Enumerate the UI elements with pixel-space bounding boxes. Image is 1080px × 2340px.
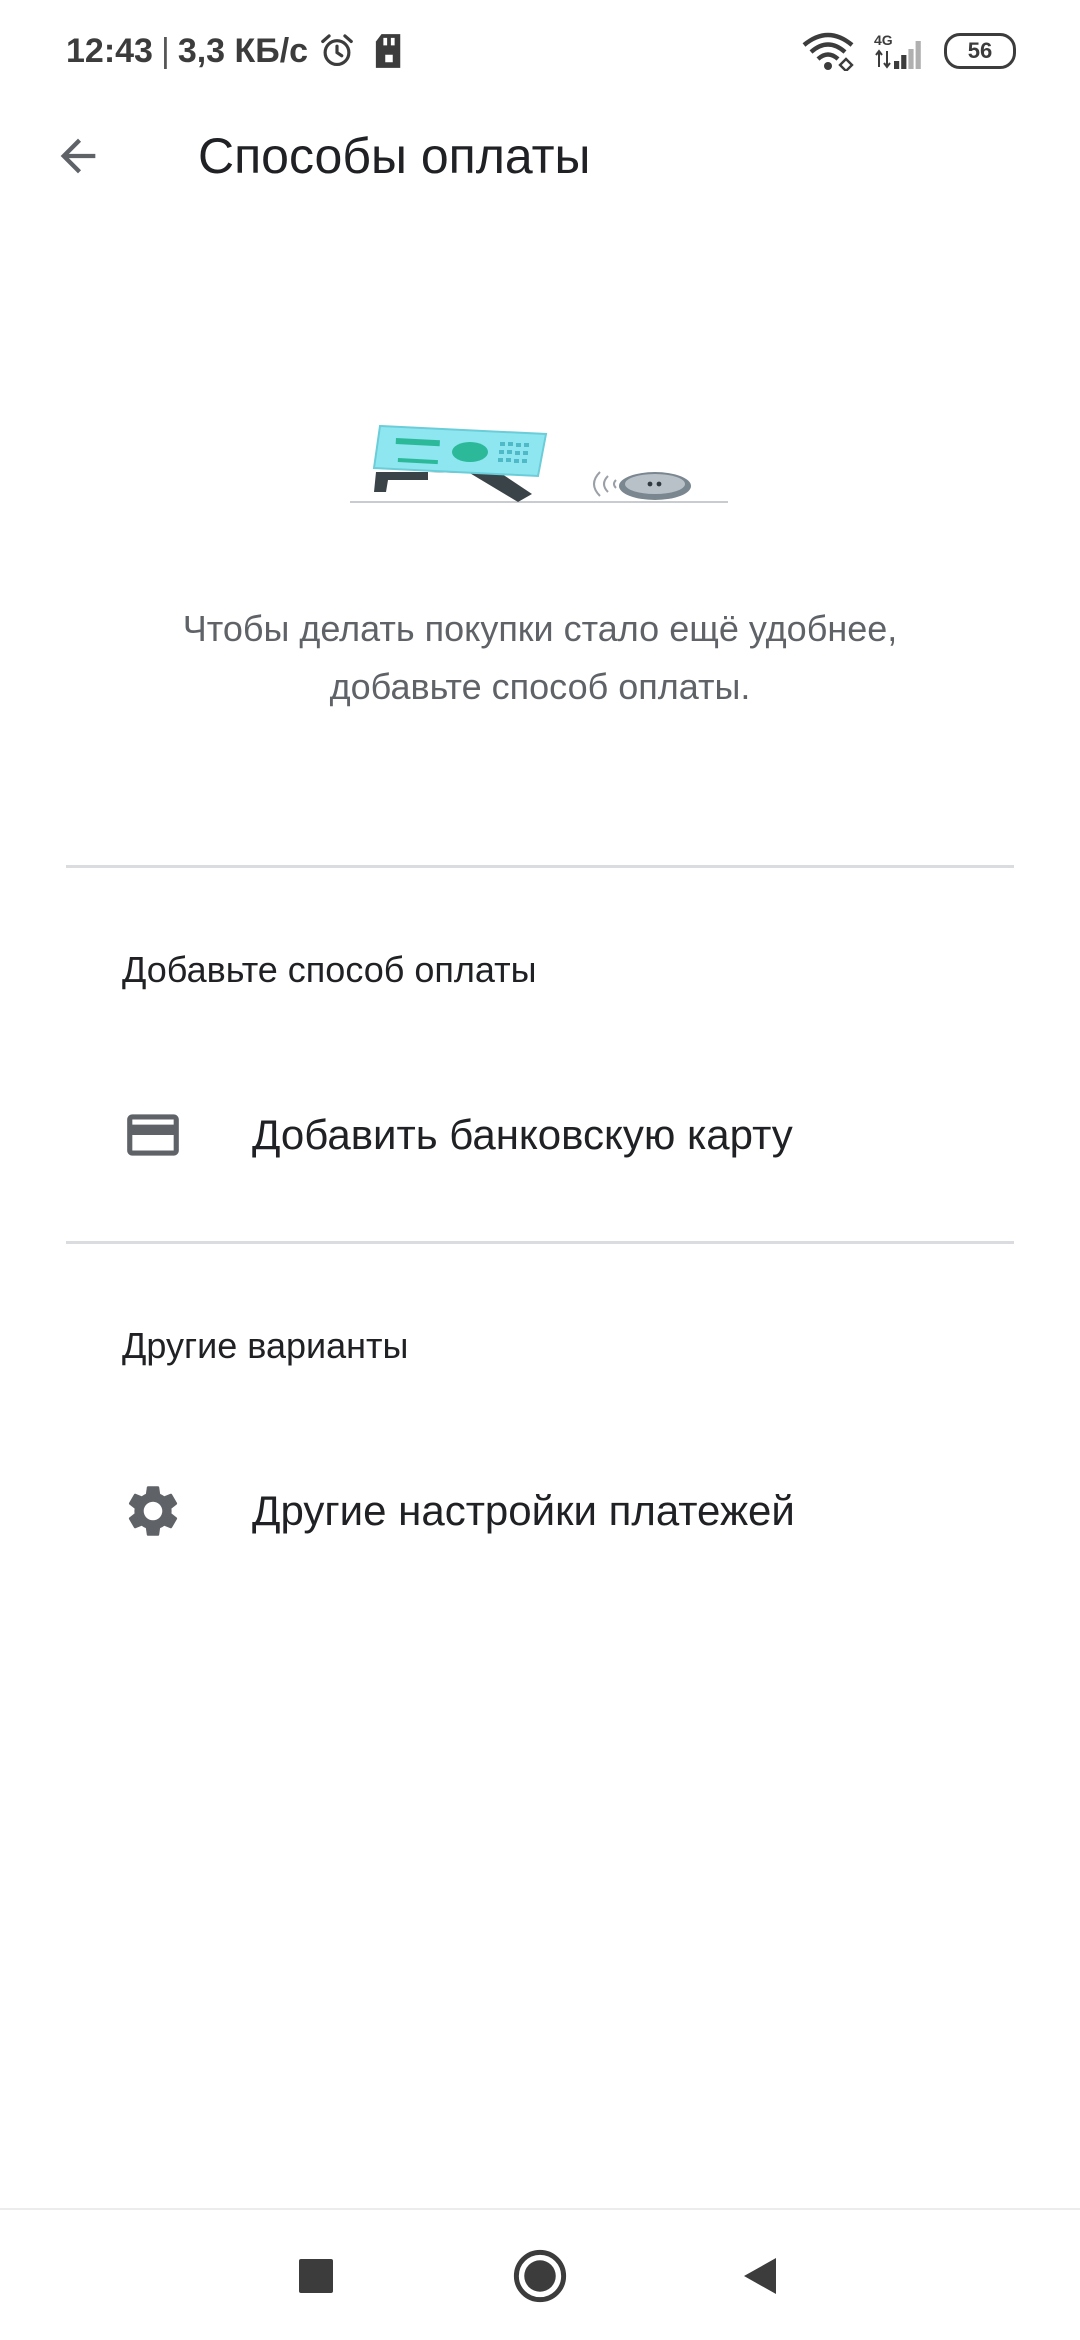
recents-square-icon [299, 2259, 333, 2293]
recents-button[interactable] [280, 2240, 352, 2312]
battery-icon: 56 [944, 33, 1016, 69]
payment-card-illustration [350, 424, 728, 503]
other-payment-settings-label: Другие настройки платежей [252, 1487, 795, 1534]
alarm-icon [321, 34, 353, 67]
divider [66, 865, 1014, 868]
section-header-other-options: Другие варианты [122, 1325, 409, 1366]
promo-text: Чтобы делать покупки стало ещё удобнее, … [90, 600, 990, 716]
other-payment-settings-item[interactable]: Другие настройки платежей [0, 1446, 1080, 1576]
back-triangle-icon [744, 2258, 776, 2294]
battery-level: 56 [967, 38, 993, 63]
app-bar: Способы оплаты [0, 100, 1080, 212]
section-header-add-payment: Добавьте способ оплаты [122, 949, 537, 990]
status-separator: | [160, 31, 170, 70]
system-navigation-bar [0, 2208, 1080, 2340]
payment-methods-screen: 12:43 | 3,3 КБ/с 4G 56 Способы оплаты Чт… [0, 0, 1080, 2340]
network-speed: 3,3 КБ/с [177, 31, 309, 70]
status-left-group: 12:43 | 3,3 КБ/с [66, 26, 404, 76]
status-time: 12:43 [66, 31, 153, 70]
cellular-label: 4G [874, 32, 893, 48]
promo-line-1: Чтобы делать покупки стало ещё удобнее, [182, 608, 898, 649]
home-circle-icon [513, 2249, 567, 2303]
back-button[interactable] [42, 120, 114, 192]
home-button[interactable] [504, 2240, 576, 2312]
gear-icon [122, 1480, 184, 1542]
status-bar: 12:43 | 3,3 КБ/с 4G 56 [0, 0, 1080, 100]
add-bank-card-item[interactable]: Добавить банковскую карту [0, 1070, 1080, 1200]
status-right-group: 4G 56 [802, 26, 1016, 76]
wifi-icon [802, 32, 854, 71]
promo-line-2: добавьте способ оплаты. [329, 666, 751, 707]
sd-card-icon [375, 34, 401, 68]
cellular-signal-icon: 4G [874, 32, 921, 69]
add-bank-card-label: Добавить банковскую карту [252, 1111, 793, 1158]
page-title: Способы оплаты [198, 128, 591, 184]
arrow-back-icon [60, 138, 96, 174]
credit-card-icon [122, 1104, 184, 1166]
nav-back-button[interactable] [724, 2240, 796, 2312]
divider [66, 1241, 1014, 1244]
